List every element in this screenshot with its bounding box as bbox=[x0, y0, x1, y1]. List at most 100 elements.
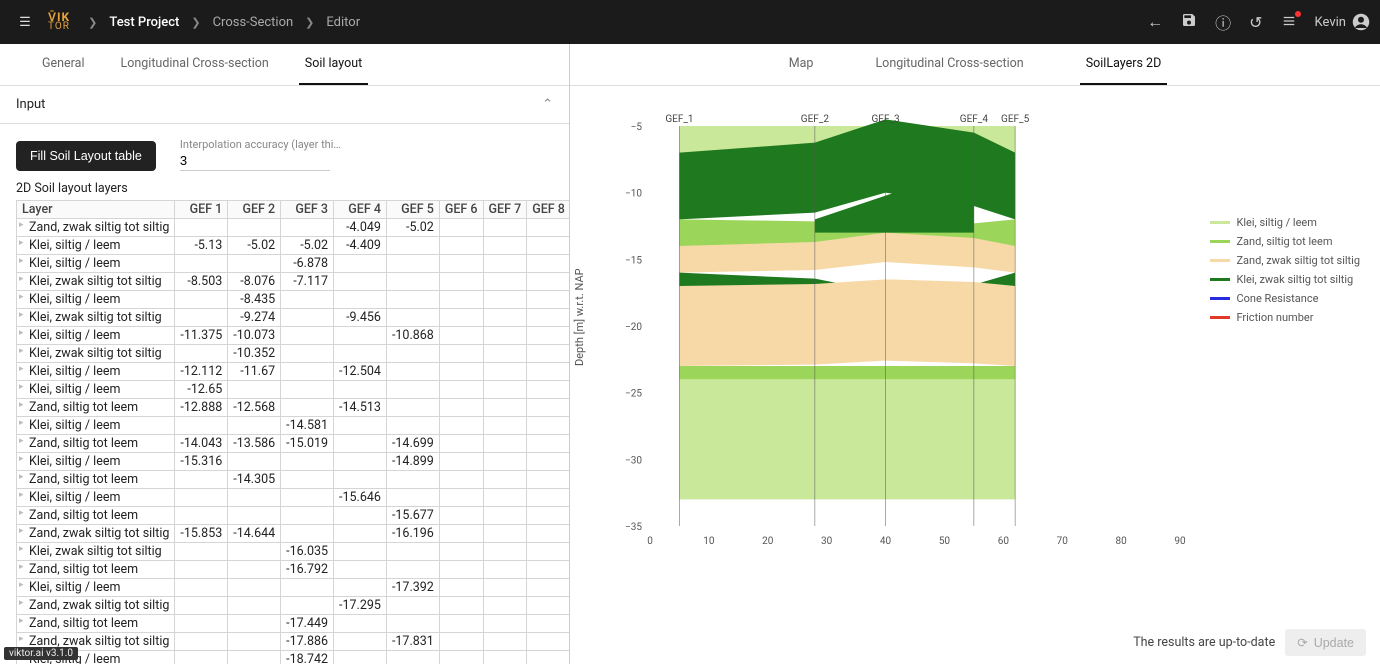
value-cell[interactable] bbox=[281, 399, 334, 417]
value-cell[interactable] bbox=[281, 507, 334, 525]
value-cell[interactable] bbox=[386, 417, 439, 435]
value-cell[interactable] bbox=[527, 309, 569, 327]
value-cell[interactable] bbox=[439, 435, 483, 453]
value-cell[interactable] bbox=[483, 561, 527, 579]
value-cell[interactable] bbox=[439, 417, 483, 435]
tab-soillayers-2d[interactable]: SoilLayers 2D bbox=[1080, 44, 1168, 85]
layer-cell[interactable]: Klei, siltig / leem bbox=[17, 327, 175, 345]
value-cell[interactable] bbox=[439, 255, 483, 273]
table-row[interactable]: Klei, siltig / leem-5.13-5.02-5.02-4.409 bbox=[17, 237, 570, 255]
value-cell[interactable] bbox=[386, 255, 439, 273]
value-cell[interactable] bbox=[175, 309, 228, 327]
value-cell[interactable] bbox=[334, 417, 387, 435]
table-row[interactable]: Klei, siltig / leem-15.646 bbox=[17, 489, 570, 507]
table-row[interactable]: Zand, siltig tot leem-12.888-12.568-14.5… bbox=[17, 399, 570, 417]
value-cell[interactable]: -15.853 bbox=[175, 525, 228, 543]
value-cell[interactable] bbox=[334, 615, 387, 633]
value-cell[interactable] bbox=[439, 651, 483, 664]
value-cell[interactable]: -8.435 bbox=[228, 291, 281, 309]
value-cell[interactable]: -5.02 bbox=[281, 237, 334, 255]
value-cell[interactable]: -7.117 bbox=[281, 273, 334, 291]
layer-cell[interactable]: Zand, siltig tot leem bbox=[17, 507, 175, 525]
value-cell[interactable]: -15.019 bbox=[281, 435, 334, 453]
value-cell[interactable]: -16.035 bbox=[281, 543, 334, 561]
value-cell[interactable] bbox=[483, 273, 527, 291]
value-cell[interactable]: -17.295 bbox=[334, 597, 387, 615]
value-cell[interactable] bbox=[483, 219, 527, 237]
value-cell[interactable]: -14.699 bbox=[386, 435, 439, 453]
value-cell[interactable] bbox=[386, 363, 439, 381]
value-cell[interactable] bbox=[334, 291, 387, 309]
value-cell[interactable]: -14.644 bbox=[228, 525, 281, 543]
soil-table-wrap[interactable]: LayerGEF 1GEF 2GEF 3GEF 4GEF 5GEF 6GEF 7… bbox=[0, 200, 569, 664]
value-cell[interactable] bbox=[281, 327, 334, 345]
value-cell[interactable]: -18.742 bbox=[281, 651, 334, 664]
value-cell[interactable] bbox=[483, 309, 527, 327]
value-cell[interactable]: -14.581 bbox=[281, 417, 334, 435]
value-cell[interactable]: -17.831 bbox=[386, 633, 439, 651]
value-cell[interactable]: -14.899 bbox=[386, 453, 439, 471]
tab-soil-layout[interactable]: Soil layout bbox=[299, 44, 368, 85]
table-row[interactable]: Zand, zwak siltig tot siltig-15.853-14.6… bbox=[17, 525, 570, 543]
value-cell[interactable] bbox=[483, 525, 527, 543]
value-cell[interactable]: -12.65 bbox=[175, 381, 228, 399]
value-cell[interactable] bbox=[281, 489, 334, 507]
layer-cell[interactable]: Zand, siltig tot leem bbox=[17, 435, 175, 453]
value-cell[interactable] bbox=[334, 273, 387, 291]
value-cell[interactable] bbox=[386, 489, 439, 507]
value-cell[interactable] bbox=[527, 471, 569, 489]
value-cell[interactable] bbox=[228, 507, 281, 525]
value-cell[interactable] bbox=[334, 525, 387, 543]
value-cell[interactable]: -16.196 bbox=[386, 525, 439, 543]
value-cell[interactable] bbox=[439, 327, 483, 345]
value-cell[interactable] bbox=[527, 489, 569, 507]
value-cell[interactable]: -17.392 bbox=[386, 579, 439, 597]
value-cell[interactable] bbox=[228, 255, 281, 273]
value-cell[interactable] bbox=[175, 345, 228, 363]
crumb-project[interactable]: Test Project bbox=[109, 15, 179, 30]
value-cell[interactable] bbox=[483, 435, 527, 453]
value-cell[interactable] bbox=[527, 345, 569, 363]
value-cell[interactable] bbox=[334, 345, 387, 363]
crumb-editor[interactable]: Editor bbox=[326, 15, 360, 30]
layer-cell[interactable]: Klei, siltig / leem bbox=[17, 489, 175, 507]
table-row[interactable]: Zand, siltig tot leem-17.449 bbox=[17, 615, 570, 633]
value-cell[interactable] bbox=[439, 615, 483, 633]
value-cell[interactable] bbox=[527, 543, 569, 561]
value-cell[interactable] bbox=[527, 219, 569, 237]
layer-cell[interactable]: Zand, zwak siltig tot siltig bbox=[17, 525, 175, 543]
value-cell[interactable] bbox=[483, 507, 527, 525]
value-cell[interactable] bbox=[439, 633, 483, 651]
layer-cell[interactable]: Klei, siltig / leem bbox=[17, 363, 175, 381]
value-cell[interactable] bbox=[334, 543, 387, 561]
value-cell[interactable] bbox=[386, 345, 439, 363]
value-cell[interactable] bbox=[483, 381, 527, 399]
value-cell[interactable]: -16.792 bbox=[281, 561, 334, 579]
layer-cell[interactable]: Zand, siltig tot leem bbox=[17, 471, 175, 489]
table-row[interactable]: Zand, siltig tot leem-16.792 bbox=[17, 561, 570, 579]
value-cell[interactable] bbox=[281, 363, 334, 381]
value-cell[interactable]: -10.073 bbox=[228, 327, 281, 345]
value-cell[interactable] bbox=[228, 579, 281, 597]
value-cell[interactable] bbox=[175, 219, 228, 237]
value-cell[interactable]: -6.878 bbox=[281, 255, 334, 273]
value-cell[interactable] bbox=[527, 399, 569, 417]
value-cell[interactable] bbox=[175, 471, 228, 489]
value-cell[interactable] bbox=[439, 525, 483, 543]
value-cell[interactable]: -8.076 bbox=[228, 273, 281, 291]
value-cell[interactable] bbox=[386, 309, 439, 327]
value-cell[interactable] bbox=[386, 651, 439, 664]
value-cell[interactable] bbox=[386, 615, 439, 633]
value-cell[interactable] bbox=[386, 471, 439, 489]
value-cell[interactable] bbox=[483, 291, 527, 309]
value-cell[interactable] bbox=[439, 309, 483, 327]
value-cell[interactable] bbox=[175, 507, 228, 525]
table-row[interactable]: Klei, zwak siltig tot siltig-9.274-9.456 bbox=[17, 309, 570, 327]
value-cell[interactable]: -11.375 bbox=[175, 327, 228, 345]
crumb-section[interactable]: Cross-Section bbox=[213, 15, 294, 30]
table-row[interactable]: Zand, siltig tot leem-14.305 bbox=[17, 471, 570, 489]
value-cell[interactable]: -15.316 bbox=[175, 453, 228, 471]
value-cell[interactable] bbox=[228, 381, 281, 399]
value-cell[interactable]: -17.886 bbox=[281, 633, 334, 651]
value-cell[interactable] bbox=[334, 579, 387, 597]
